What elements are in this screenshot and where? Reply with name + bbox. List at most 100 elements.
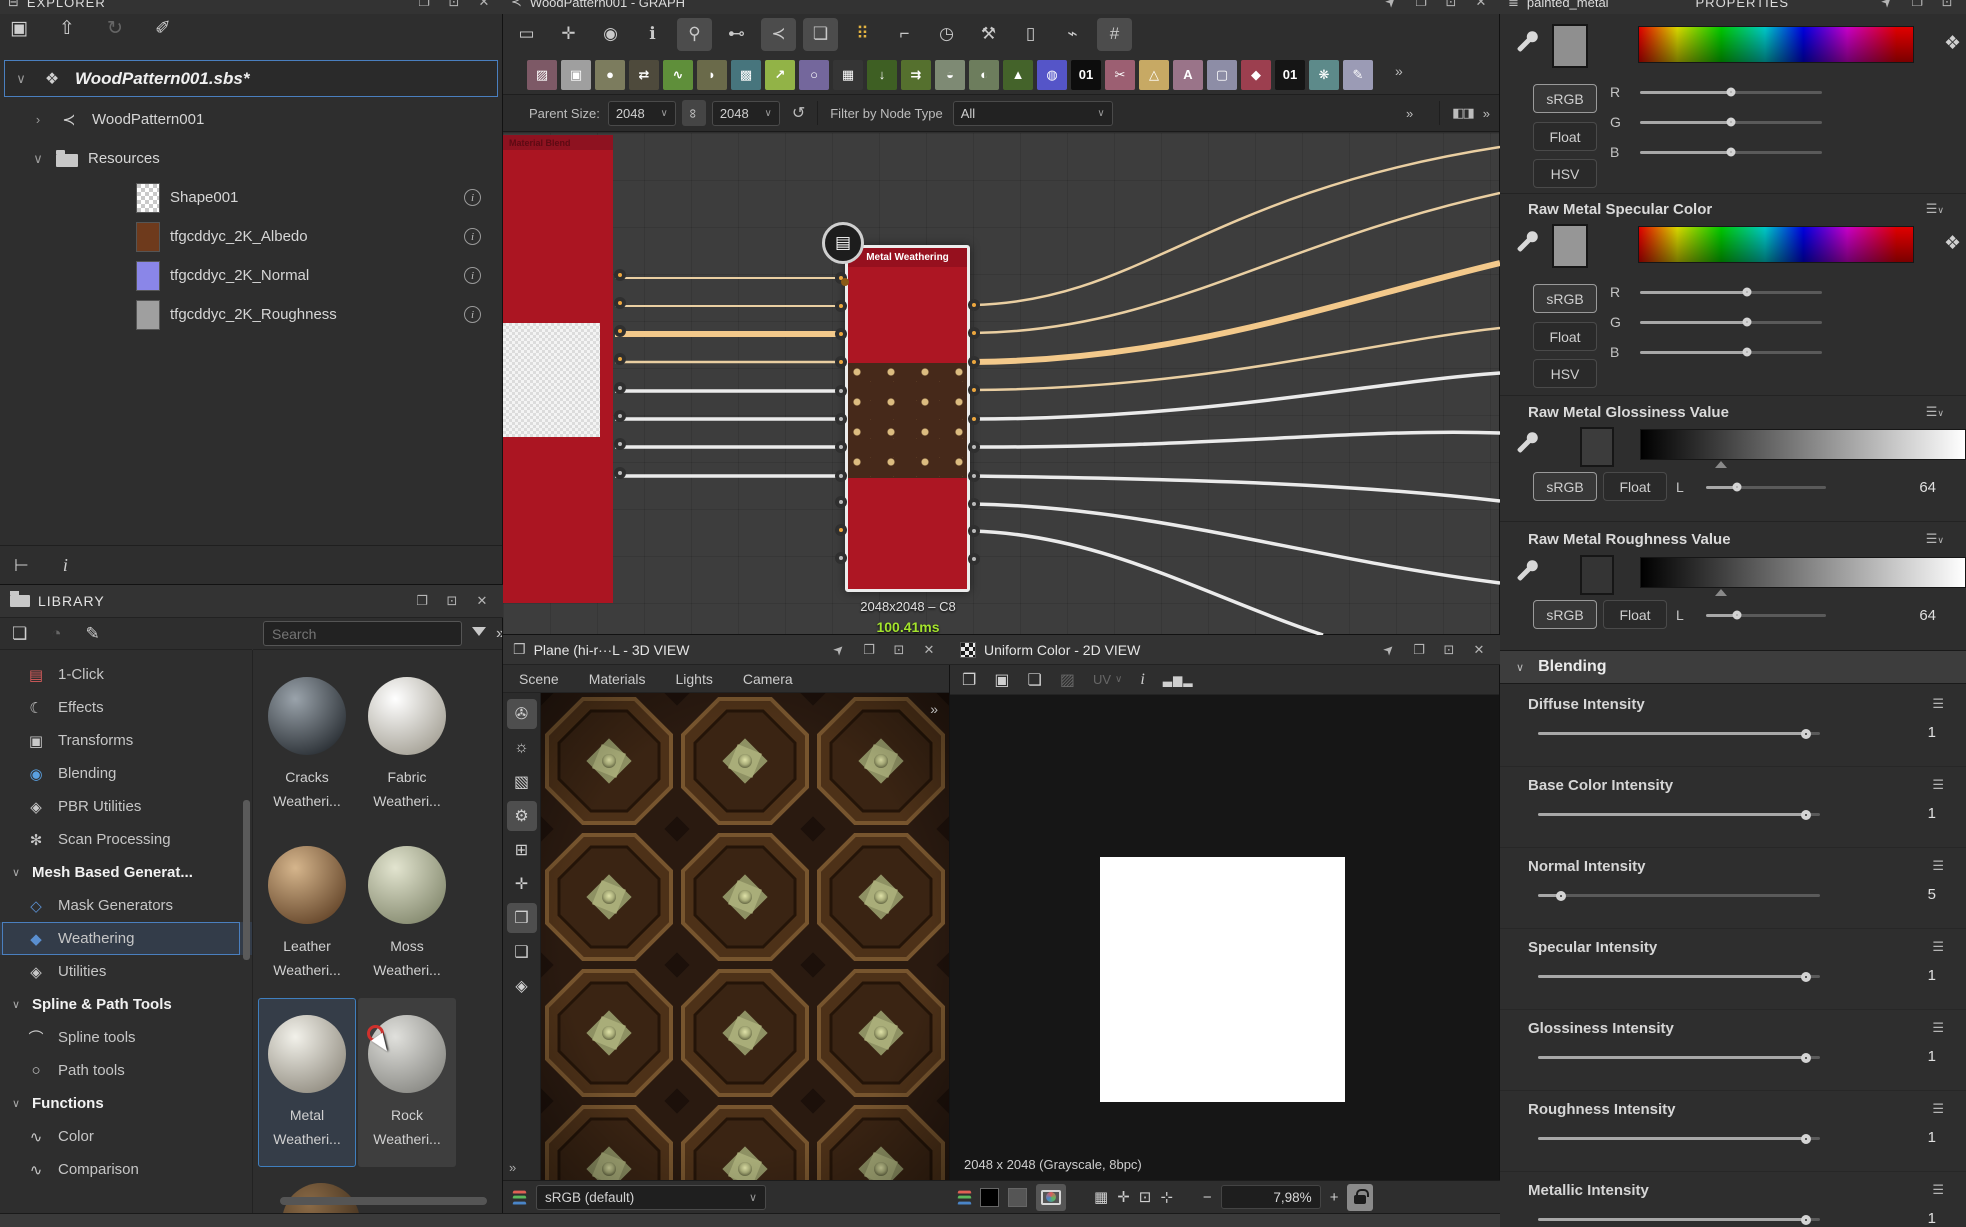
info-icon[interactable]: i [464,267,481,284]
parameter-value[interactable]: 5 [1928,886,1936,903]
node-input-port[interactable] [835,496,847,508]
graph-tool-icon[interactable]: ⌐ [887,18,922,51]
pose-icon[interactable]: ✛ [1117,1188,1130,1206]
graph-tool-icon[interactable]: ⚒ [971,18,1006,51]
color-spectrum-bar[interactable] [1638,26,1914,63]
pin-icon[interactable]: ➤ [1874,0,1901,14]
node-type-icon[interactable]: ▢ [1207,60,1237,90]
eyedropper-icon[interactable] [1517,438,1533,454]
lock-zoom-button[interactable] [1347,1184,1373,1211]
background-color-swatch[interactable] [980,1188,999,1207]
node-type-icon[interactable]: ⇄ [629,60,659,90]
view2d-tool-icon[interactable]: ❐ [962,670,976,690]
node-port[interactable] [614,325,626,337]
node-type-icon[interactable]: A [1173,60,1203,90]
node-input-port[interactable] [835,470,847,482]
channel-slider[interactable] [1640,151,1822,154]
sidebar-item[interactable]: ⌒ Spline tools [0,1021,252,1054]
node-output-port[interactable] [968,498,980,510]
graph-tool-icon[interactable]: ⚲ [677,18,712,51]
sidebar-item[interactable]: ◈ Utilities [0,955,252,988]
parameter-slider[interactable] [1538,813,1820,816]
node-port[interactable] [614,438,626,450]
sidebar-item[interactable]: ∿ Comparison [0,1153,252,1186]
graph-tool-icon[interactable]: ⊷ [719,18,754,51]
fit-frame-icon[interactable]: ⊡ [1139,1188,1152,1206]
pin-icon[interactable]: ➤ [826,636,853,663]
color-presets-icon[interactable]: ❖ [1944,32,1961,55]
colorspace-layers-icon[interactable] [958,1188,971,1206]
tree-row[interactable]: tfgcddyc_2K_Albedo i [0,217,503,256]
explorer-tool-icon[interactable]: ⇧ [54,17,80,40]
colorspace-layers-icon[interactable] [513,1188,526,1206]
parameter-value[interactable]: 1 [1928,805,1936,822]
preset-menu-icon[interactable]: ☰ [1932,1020,1944,1036]
parameter-value[interactable]: 1 [1928,967,1936,984]
node-output-port[interactable] [968,356,980,368]
node-type-icon[interactable]: ◍ [1037,60,1067,90]
reset-size-icon[interactable]: ↺ [792,103,805,123]
float-mode-button[interactable]: Float [1603,472,1667,501]
color-spectrum-bar[interactable] [1638,226,1914,263]
float-icon[interactable]: ❐ [413,0,435,10]
node-type-icon[interactable]: ◒ [935,60,965,90]
view3d-tool-icon[interactable]: ✇ [507,699,537,729]
float-icon[interactable]: ❐ [858,642,880,658]
sidebar-item[interactable]: ∨ Spline & Path Tools [0,988,252,1021]
parent-size-height-dropdown[interactable]: 2048∨ [712,101,780,126]
maximize-icon[interactable]: ⊡ [1438,642,1460,658]
close-icon[interactable]: ✕ [1468,642,1490,658]
node-type-icon[interactable]: ▲ [1003,60,1033,90]
parameter-slider[interactable] [1538,1056,1820,1059]
node-input-port[interactable] [835,272,847,284]
color-presets-icon[interactable]: ❖ [1944,232,1961,255]
node-align-icon[interactable]: ◧◨ [1452,105,1473,121]
sidebar-item[interactable]: ▣ Transforms [0,724,252,757]
node-output-port[interactable] [968,553,980,565]
sidebar-item[interactable]: ∿ Color [0,1120,252,1153]
tree-chevron-icon[interactable]: ∨ [30,151,46,167]
view3d-tool-icon[interactable]: ⊞ [507,835,537,865]
node-type-icon[interactable]: ✂ [1105,60,1135,90]
more-icon[interactable]: » [1483,106,1490,121]
more-icon[interactable]: » [509,1160,516,1175]
view2d-tool-icon[interactable]: ▣ [994,670,1009,690]
node-type-icon[interactable]: ○ [799,60,829,90]
grayscale-gradient-bar[interactable] [1640,429,1966,460]
channel-slider[interactable] [1640,291,1822,294]
view3d-tool-icon[interactable]: ◈ [507,971,537,1001]
node-type-icon[interactable]: ▣ [561,60,591,90]
srgb-mode-button[interactable]: sRGB [1533,472,1597,501]
channel-value[interactable]: 64 [1890,479,1936,496]
sidebar-item[interactable]: ◆ Weathering [0,922,252,955]
canvas-2d[interactable]: 2048 x 2048 (Grayscale, 8bpc) [950,695,1500,1180]
view3d-tool-icon[interactable]: ⚙ [507,801,537,831]
node-input-port[interactable] [835,385,847,397]
vertical-scrollbar[interactable] [243,800,250,960]
node-type-icon[interactable]: ◆ [1241,60,1271,90]
parameter-value[interactable]: 1 [1928,1129,1936,1146]
comment-note-icon[interactable]: ▤ [822,222,864,264]
node-type-filter-dropdown[interactable]: All∨ [953,101,1113,126]
sidebar-item[interactable]: ∨ Mesh Based Generat... [0,856,252,889]
channel-slider[interactable] [1706,614,1826,617]
material-thumbnail[interactable]: Metal Weatheri... [258,998,356,1167]
node-input-port[interactable] [835,328,847,340]
menu-item[interactable]: Camera [743,671,793,687]
preset-menu-icon[interactable]: ☰ [1932,858,1944,874]
explorer-tool-icon[interactable]: ▣ [6,17,32,40]
view3d-tool-icon[interactable]: ✛ [507,869,537,899]
info-icon[interactable]: i [63,555,68,576]
metal-weathering-node[interactable]: ▤ Metal Weathering [845,245,970,592]
view2d-tool-icon[interactable]: ▨ [1060,670,1075,690]
preset-menu-icon[interactable]: ☰ [1932,777,1944,793]
graph-tool-icon[interactable]: # [1097,18,1132,51]
material-thumbnail[interactable]: Leather Weatheri... [258,829,356,998]
sidebar-item[interactable]: ◈ PBR Utilities [0,790,252,823]
node-type-icon[interactable]: ▨ [527,60,557,90]
menu-item[interactable]: Materials [589,671,646,687]
node-port[interactable] [614,410,626,422]
float-icon[interactable]: ❐ [411,593,433,609]
channel-slider[interactable] [1640,91,1822,94]
explorer-tool-icon[interactable]: ↻ [102,17,128,40]
